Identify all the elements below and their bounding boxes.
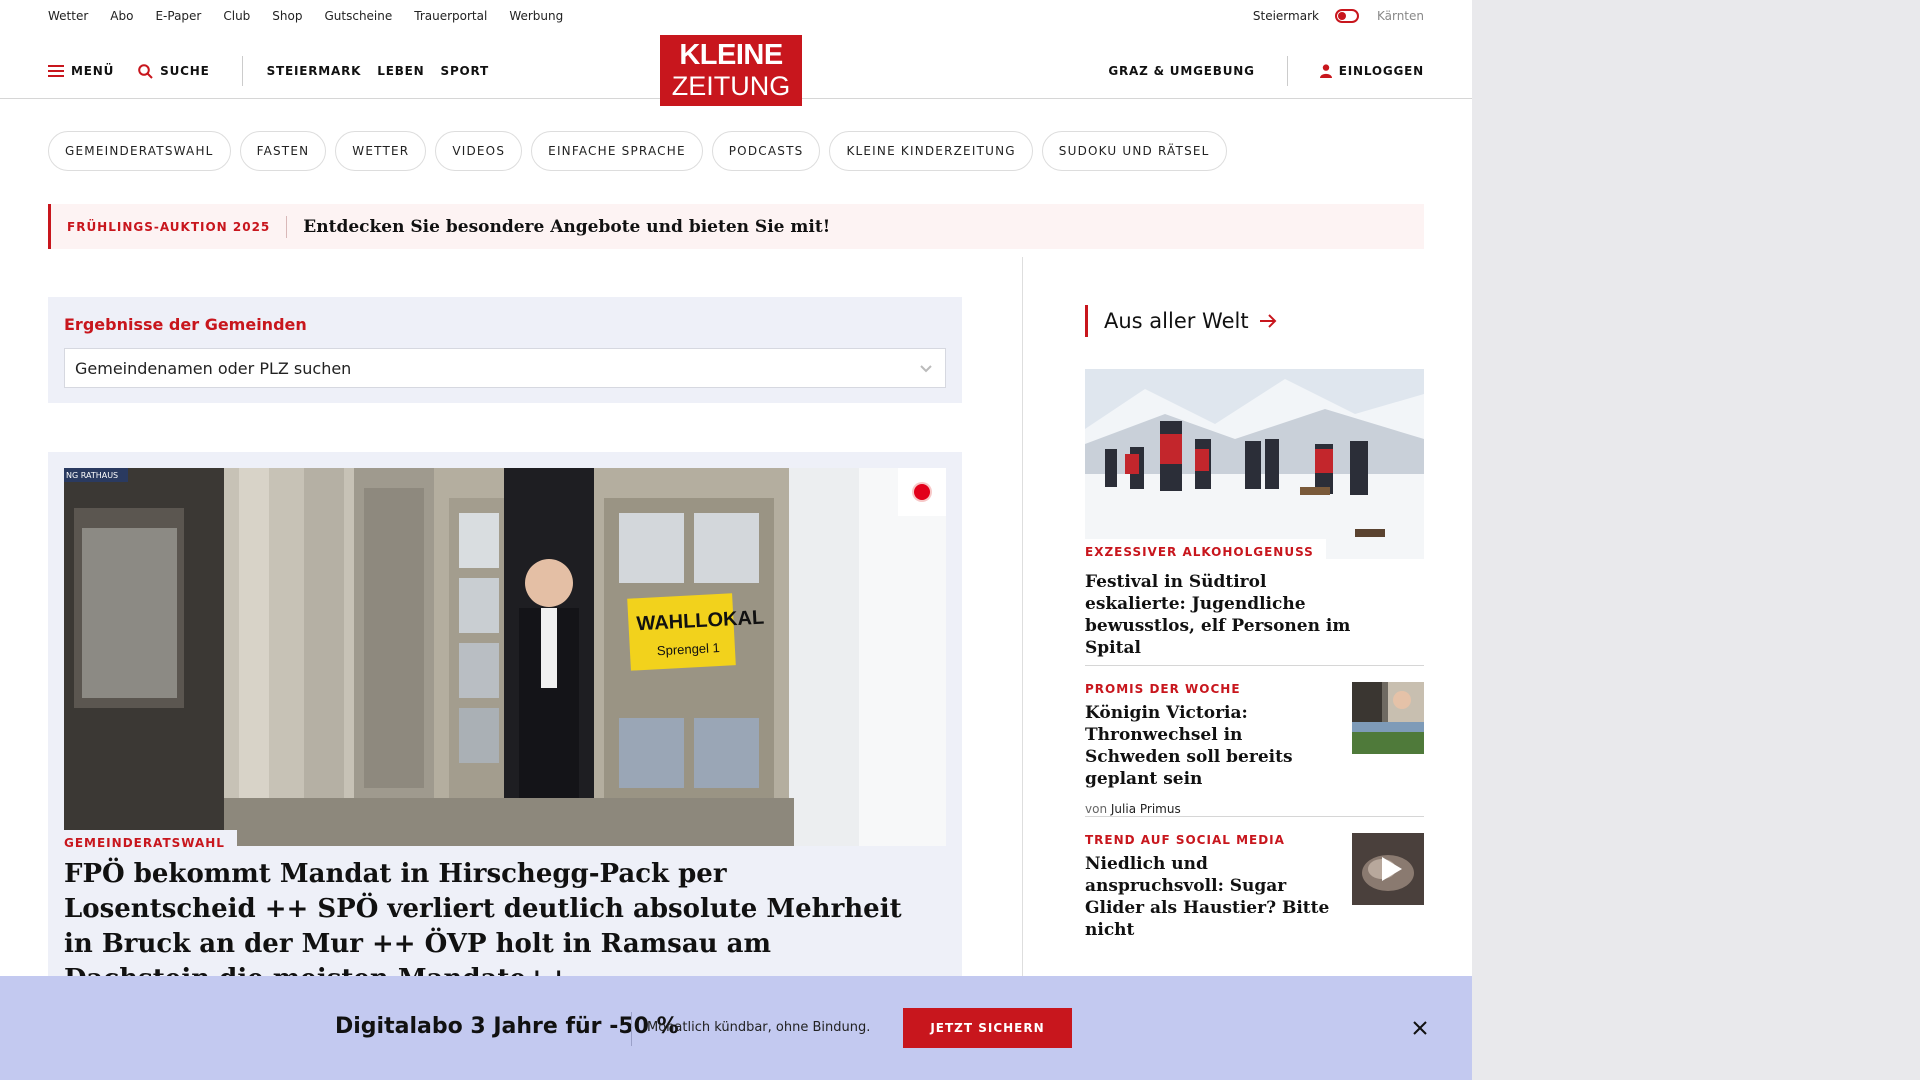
banner-divider (631, 1012, 632, 1046)
item-byline: von Julia Primus (1085, 802, 1424, 816)
utility-bar: Wetter Abo E-Paper Club Shop Gutscheine … (0, 0, 1472, 33)
chip-fasten[interactable]: FASTEN (239, 131, 327, 171)
corner-sign-text: NG RATHAUS (66, 471, 118, 480)
chip-sudoku[interactable]: SUDOKU UND RÄTSEL (1041, 131, 1227, 171)
utility-link-abo[interactable]: Abo (110, 9, 133, 23)
nav-link-leben[interactable]: LEBEN (377, 64, 424, 78)
thumbnail-photo (1352, 682, 1424, 754)
feature-image[interactable] (1085, 369, 1424, 559)
gemeinden-results-box: Ergebnisse der Gemeinden Gemeindenamen o… (48, 297, 962, 403)
user-icon (1319, 64, 1332, 78)
utility-link-trauerportal[interactable]: Trauerportal (414, 9, 487, 23)
chip-einfache-sprache[interactable]: EINFACHE SPRACHE (531, 131, 703, 171)
close-button[interactable] (1410, 1018, 1430, 1038)
logo-line-1: KLEINE (679, 39, 783, 71)
nav-divider-right (1286, 56, 1288, 86)
promo-text: Entdecken Sie besondere Angebote und bie… (303, 216, 831, 237)
item-video-thumbnail[interactable] (1352, 833, 1424, 905)
hero-photo: NG RATHAUS WAHLLOKAL Sprengel 1 (64, 468, 946, 846)
live-dot-icon (914, 484, 930, 500)
topic-chips: GEMEINDERATSWAHL FASTEN WETTER VIDEOS EI… (48, 131, 1236, 171)
byline-author[interactable]: Julia Primus (1111, 802, 1181, 816)
menu-label: MENÜ (71, 64, 115, 78)
divider (1085, 816, 1424, 817)
item-thumbnail[interactable] (1352, 682, 1424, 754)
feature-kicker: EXZESSIVER ALKOHOLGENUSS (1085, 539, 1326, 561)
live-badge (898, 468, 946, 516)
gemeinden-title: Ergebnisse der Gemeinden (64, 315, 307, 334)
item-headline[interactable]: Niedlich und anspruchsvoll: Sugar Glider… (1085, 853, 1335, 941)
search-button[interactable]: SUCHE (138, 63, 210, 79)
utility-link-werbung[interactable]: Werbung (509, 9, 563, 23)
banner-subtext: Monatlich kündbar, ohne Bindung. (647, 1020, 871, 1035)
page: Wetter Abo E-Paper Club Shop Gutscheine … (0, 0, 1472, 1080)
gemeinden-placeholder: Gemeindenamen oder PLZ suchen (75, 358, 352, 378)
list-item: PROMIS DER WOCHE Königin Victoria: Thron… (1085, 682, 1424, 816)
hamburger-icon (48, 65, 64, 77)
arrow-right-icon (1259, 314, 1277, 328)
gemeinden-search-select[interactable]: Gemeindenamen oder PLZ suchen (64, 348, 946, 388)
nav-link-steiermark[interactable]: STEIERMARK (267, 64, 362, 78)
region-toggle[interactable] (1334, 9, 1359, 23)
nav-divider (241, 56, 243, 86)
hero-kicker: GEMEINDERATSWAHL (64, 830, 237, 852)
banner-cta-button[interactable]: JETZT SICHERN (903, 1008, 1072, 1048)
feature-article: EXZESSIVER ALKOHOLGENUSS Festival in Süd… (1085, 369, 1424, 659)
utility-link-shop[interactable]: Shop (272, 9, 302, 23)
chip-kinderzeitung[interactable]: KLEINE KINDERZEITUNG (829, 131, 1033, 171)
list-item: TREND AUF SOCIAL MEDIA Niedlich und ansp… (1085, 833, 1424, 941)
section-title-aus-aller-welt[interactable]: Aus aller Welt (1085, 305, 1277, 337)
utility-link-gutscheine[interactable]: Gutscheine (324, 9, 392, 23)
utility-link-epaper[interactable]: E-Paper (155, 9, 201, 23)
logo-line-2: ZEITUNG (671, 71, 791, 101)
banner-headline: Digitalabo 3 Jahre für -50 % (335, 1014, 679, 1039)
main-navigation: MENÜ SUCHE STEIERMARK LEBEN SPORT KLEINE… (0, 33, 1472, 106)
login-label: EINLOGGEN (1338, 64, 1424, 78)
menu-button[interactable]: MENÜ (48, 64, 114, 78)
chip-podcasts[interactable]: PODCASTS (711, 131, 821, 171)
thumbnail-photo (1352, 833, 1424, 905)
byline-prefix: von (1085, 802, 1108, 816)
region-kaernten[interactable]: Kärnten (1377, 9, 1424, 23)
utility-link-club[interactable]: Club (223, 9, 250, 23)
subscription-banner: Digitalabo 3 Jahre für -50 % Monatlich k… (0, 976, 1472, 1080)
search-label: SUCHE (160, 64, 210, 78)
region-switch: Steiermark Kärnten (1253, 9, 1424, 23)
nav-link-graz[interactable]: GRAZ & UMGEBUNG (1108, 64, 1254, 78)
chevron-down-icon (920, 365, 932, 373)
site-logo[interactable]: KLEINE ZEITUNG (660, 35, 802, 106)
chip-videos[interactable]: VIDEOS (435, 131, 523, 171)
promo-strip[interactable]: FRÜHLINGS-AUKTION 2025 Entdecken Sie bes… (48, 204, 1424, 249)
nav-right: GRAZ & UMGEBUNG EINLOGGEN (1108, 56, 1424, 86)
item-headline[interactable]: Königin Victoria: Thronwechsel in Schwed… (1085, 702, 1335, 790)
divider (1085, 665, 1424, 666)
login-button[interactable]: EINLOGGEN (1319, 64, 1424, 78)
close-icon (1413, 1021, 1427, 1035)
nav-link-sport[interactable]: SPORT (441, 64, 490, 78)
chip-wetter[interactable]: WETTER (335, 131, 427, 171)
column-divider (1022, 257, 1023, 997)
hero-article: NG RATHAUS WAHLLOKAL Sprengel 1 GEMEINDE… (48, 452, 962, 1012)
chip-gemeinderatswahl[interactable]: GEMEINDERATSWAHL (48, 131, 231, 171)
section-title-text: Aus aller Welt (1104, 309, 1249, 333)
feature-photo (1085, 369, 1424, 559)
region-steiermark[interactable]: Steiermark (1253, 9, 1319, 23)
hero-image[interactable]: NG RATHAUS WAHLLOKAL Sprengel 1 (64, 468, 946, 846)
nav-left: MENÜ SUCHE STEIERMARK LEBEN SPORT (48, 56, 505, 86)
promo-tag: FRÜHLINGS-AUKTION 2025 (67, 215, 288, 238)
feature-headline[interactable]: Festival in Südtirol eskalierte: Jugendl… (1085, 571, 1355, 659)
utility-link-wetter[interactable]: Wetter (48, 9, 88, 23)
search-icon (138, 63, 153, 79)
utility-links: Wetter Abo E-Paper Club Shop Gutscheine … (48, 9, 585, 23)
